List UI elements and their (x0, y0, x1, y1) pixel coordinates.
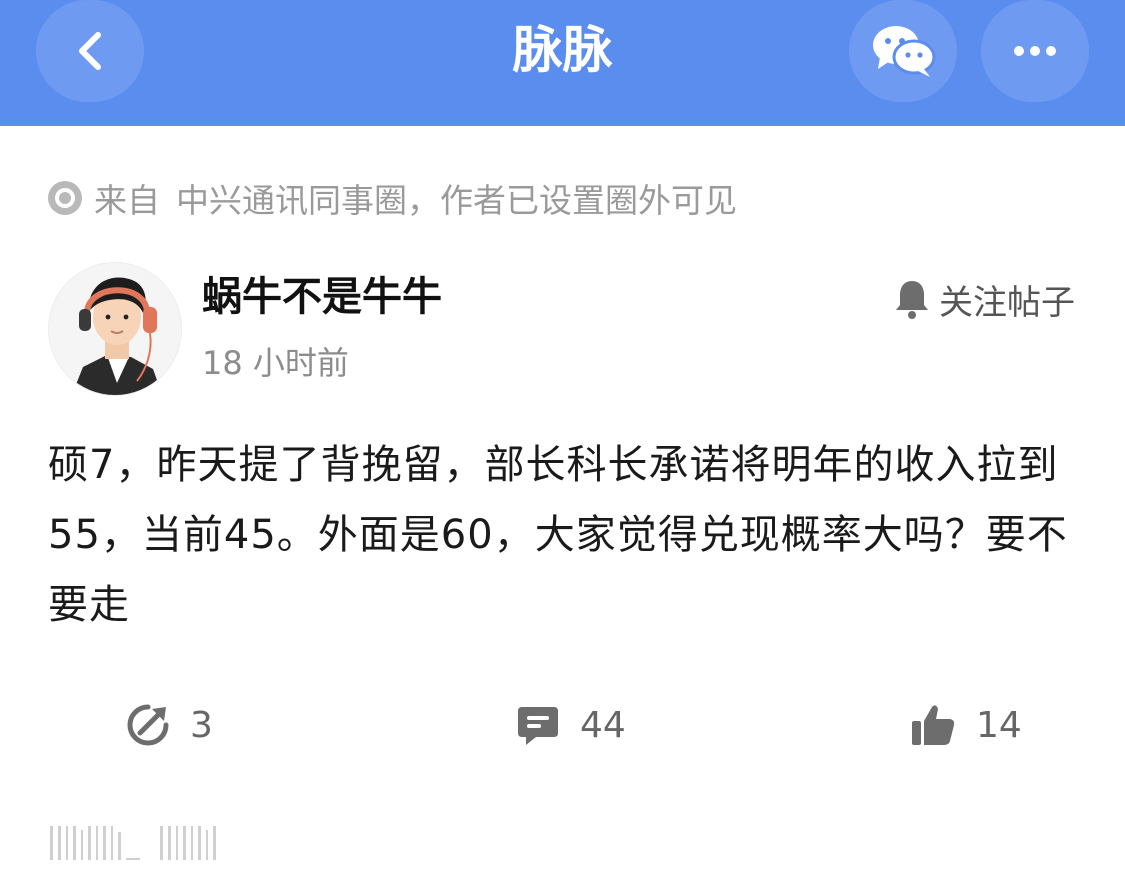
share-count: 3 (190, 704, 213, 746)
wechat-share-button[interactable] (849, 0, 957, 102)
more-button[interactable] (981, 0, 1089, 102)
post-time: 18 小时前 (202, 344, 349, 382)
more-dots-icon (1014, 46, 1056, 56)
share-action[interactable]: 3 (126, 700, 213, 750)
footer-watermark (50, 818, 360, 860)
comment-icon (518, 707, 558, 745)
wechat-icon (873, 26, 936, 77)
source-prefix: 来自 (94, 181, 160, 220)
bell-icon (896, 281, 928, 319)
comment-action[interactable]: 44 (516, 700, 626, 750)
source-text: 中兴通讯同事圈，作者已设置圈外可见 (176, 181, 737, 220)
post-source[interactable]: 来自 中兴通讯同事圈，作者已设置圈外可见 (48, 176, 737, 220)
post-body: 硕7，昨天提了背挽留，部长科长承诺将明年的收入拉到55，当前45。外面是60，大… (48, 442, 1068, 628)
comment-count: 44 (580, 704, 626, 746)
like-count: 14 (976, 704, 1022, 746)
like-action[interactable]: 14 (910, 700, 1022, 750)
top-nav-bar: 脉脉 (0, 0, 1125, 126)
share-icon (127, 704, 169, 746)
thumbs-up-icon (912, 705, 955, 745)
avatar[interactable] (48, 262, 182, 396)
circle-source-icon (48, 181, 82, 215)
follow-label: 关注帖子 (939, 282, 1075, 323)
avatar-illustration (49, 263, 181, 395)
follow-post-button[interactable]: 关注帖子 (893, 276, 1075, 323)
author-name[interactable]: 蜗牛不是牛牛 (202, 272, 442, 322)
